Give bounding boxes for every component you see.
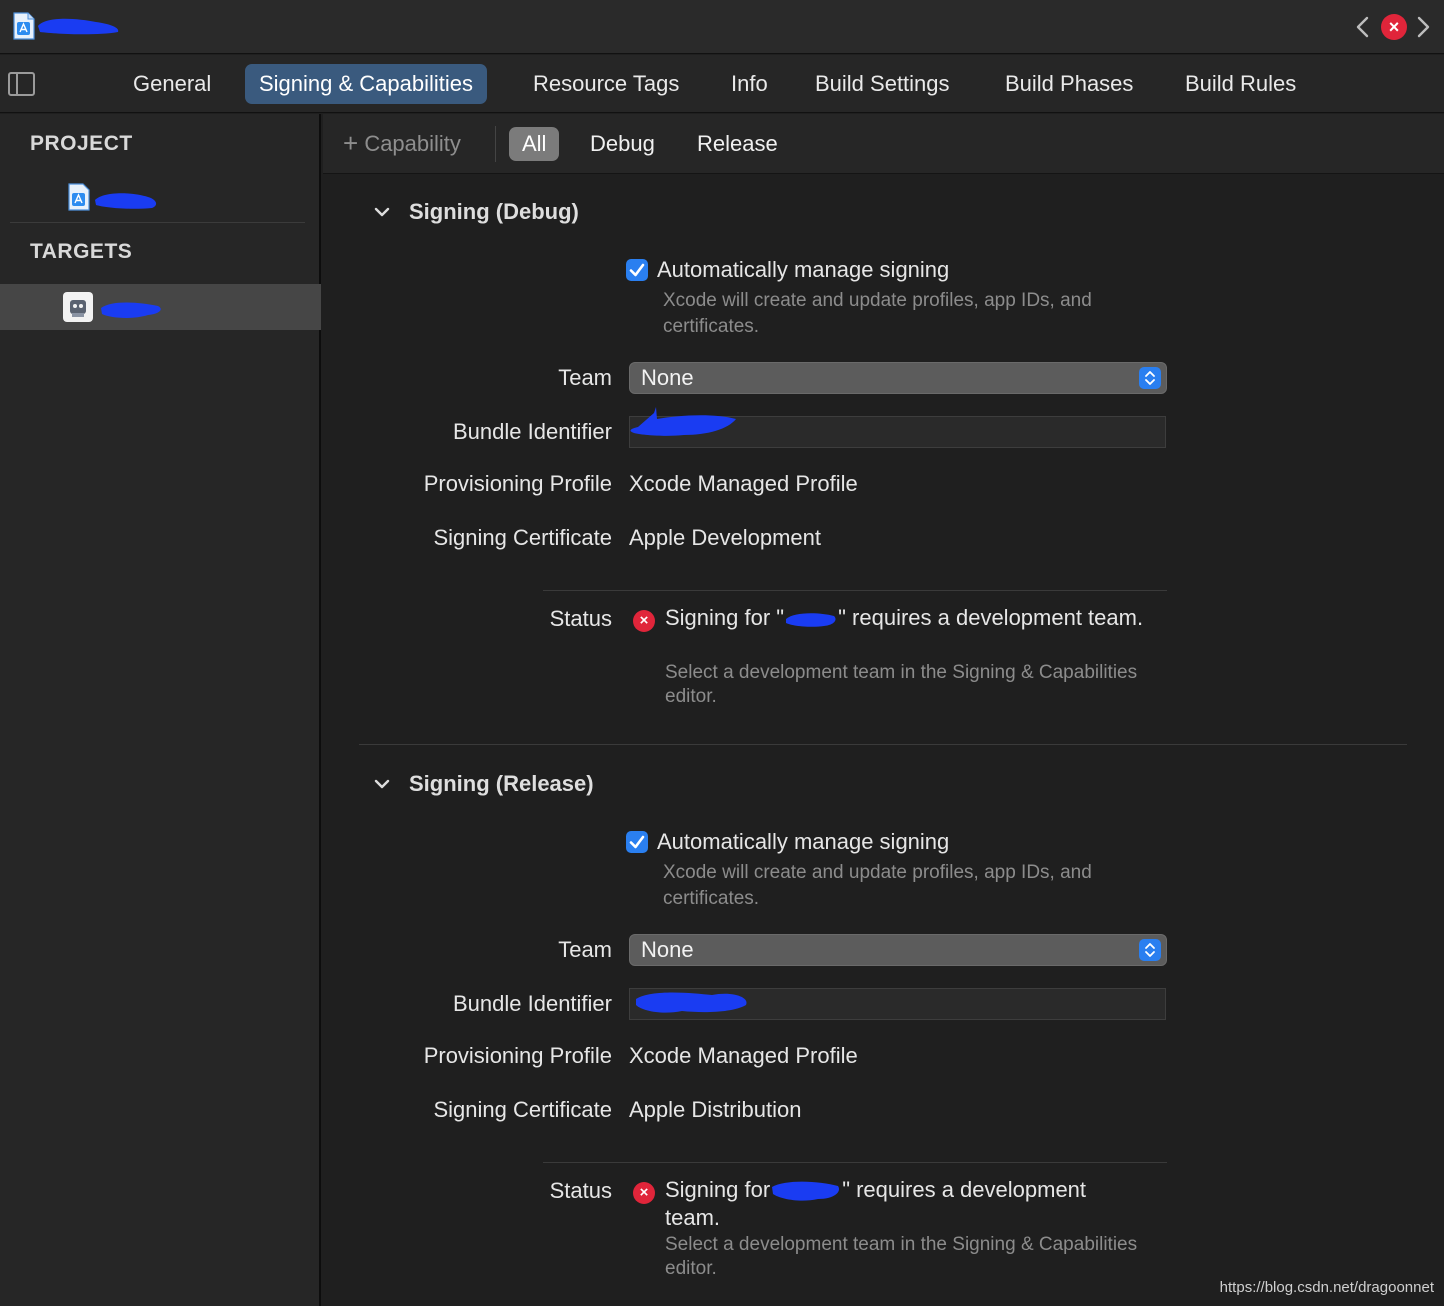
auto-manage-signing-checkbox-release[interactable] — [626, 831, 648, 853]
provisioning-profile-label: Provisioning Profile — [423, 1043, 612, 1068]
status-hint: Select a development team in the Signing… — [665, 662, 1138, 707]
redaction-mark — [38, 18, 119, 35]
project-file-icon — [13, 12, 35, 40]
status-message-end: " requires a development team. — [838, 605, 1144, 630]
sidebar-toggle-icon[interactable] — [8, 72, 35, 96]
watermark: https://blog.csdn.net/dragoonnet — [1219, 1279, 1434, 1296]
bundle-identifier-field-release[interactable] — [629, 988, 1166, 1020]
filter-debug[interactable]: Debug — [577, 127, 668, 161]
chevron-down-icon[interactable] — [373, 203, 391, 221]
signing-certificate-label: Signing Certificate — [433, 525, 612, 550]
section-divider — [359, 744, 1407, 745]
chevron-right-icon[interactable] — [1412, 14, 1434, 40]
tab-build-rules[interactable]: Build Rules — [1171, 64, 1310, 104]
signing-editor: + Capability All Debug Release Signing (… — [323, 114, 1444, 1306]
filter-release[interactable]: Release — [684, 127, 791, 161]
checkmark-icon — [629, 263, 645, 277]
status-message-start: Signing for " — [665, 605, 785, 630]
capability-filter-bar: + Capability All Debug Release — [323, 114, 1444, 174]
auto-manage-signing-label: Automatically manage signing — [657, 829, 950, 854]
title-bar: × — [0, 0, 1444, 54]
status-message: Signing for " requires a development team… — [665, 1177, 1145, 1231]
provisioning-profile-value: Xcode Managed Profile — [629, 1043, 858, 1068]
team-value: None — [641, 365, 694, 390]
sidebar-divider — [10, 222, 305, 223]
auto-manage-hint: Xcode will create and update profiles, a… — [663, 290, 1092, 337]
add-capability-button[interactable]: + Capability — [343, 127, 461, 161]
plus-icon: + — [343, 128, 359, 158]
up-down-arrows-icon — [1139, 939, 1161, 961]
bundle-identifier-label: Bundle Identifier — [453, 419, 612, 444]
status-message-start: Signing for — [665, 1177, 771, 1202]
team-popup-release[interactable]: None — [629, 934, 1167, 966]
redaction-mark — [786, 613, 836, 627]
redaction-mark — [101, 302, 161, 318]
redaction-mark — [630, 407, 736, 436]
tab-general[interactable]: General — [119, 64, 225, 104]
project-navigator: PROJECT TARGETS — [0, 114, 321, 1306]
signing-certificate-value: Apple Development — [629, 525, 822, 550]
error-icon[interactable]: × — [1381, 14, 1407, 40]
redaction-mark — [772, 1181, 840, 1201]
status-divider — [543, 1162, 1167, 1163]
redaction-mark — [636, 992, 747, 1013]
status-label: Status — [549, 606, 612, 631]
editor-tab-bar: General Signing & Capabilities Resource … — [0, 55, 1444, 113]
signing-certificate-label: Signing Certificate — [433, 1097, 612, 1122]
tab-build-phases[interactable]: Build Phases — [991, 64, 1147, 104]
team-label: Team — [558, 365, 612, 390]
status-divider — [543, 590, 1167, 591]
bundle-identifier-label: Bundle Identifier — [453, 991, 612, 1016]
auto-manage-signing-checkbox-debug[interactable] — [626, 259, 648, 281]
team-value: None — [641, 937, 694, 962]
project-file-icon — [68, 183, 90, 211]
chevron-down-icon[interactable] — [373, 775, 391, 793]
team-label: Team — [558, 937, 612, 962]
targets-header: TARGETS — [30, 240, 133, 263]
error-icon: × — [633, 1182, 655, 1204]
add-capability-label: Capability — [364, 131, 461, 156]
auto-manage-hint: Xcode will create and update profiles, a… — [663, 862, 1092, 909]
tab-info[interactable]: Info — [717, 64, 782, 104]
auto-manage-signing-label: Automatically manage signing — [657, 257, 950, 282]
checkmark-icon — [629, 835, 645, 849]
redaction-mark — [95, 193, 157, 209]
tab-signing-capabilities[interactable]: Signing & Capabilities — [245, 64, 488, 104]
status-label: Status — [549, 1178, 612, 1203]
project-header: PROJECT — [30, 132, 133, 155]
team-popup-debug[interactable]: None — [629, 362, 1167, 394]
status-hint: Select a development team in the Signing… — [665, 1234, 1138, 1279]
signing-release-title: Signing (Release) — [409, 771, 594, 796]
sidebar-item-project[interactable] — [0, 176, 321, 222]
up-down-arrows-icon — [1139, 367, 1161, 389]
tab-build-settings[interactable]: Build Settings — [801, 64, 964, 104]
provisioning-profile-label: Provisioning Profile — [423, 471, 612, 496]
signing-debug-title: Signing (Debug) — [409, 199, 579, 224]
chevron-left-icon[interactable] — [1352, 14, 1374, 40]
bundle-identifier-field-debug[interactable] — [629, 407, 1166, 448]
app-target-icon — [63, 292, 93, 322]
error-icon: × — [633, 610, 655, 632]
signing-certificate-value: Apple Distribution — [629, 1097, 802, 1122]
provisioning-profile-value: Xcode Managed Profile — [629, 471, 858, 496]
tab-resource-tags[interactable]: Resource Tags — [519, 64, 693, 104]
filter-all[interactable]: All — [509, 127, 560, 161]
status-message: Signing for " " requires a development te… — [665, 605, 1145, 631]
filter-separator — [495, 126, 496, 162]
sidebar-item-target[interactable] — [0, 284, 321, 330]
